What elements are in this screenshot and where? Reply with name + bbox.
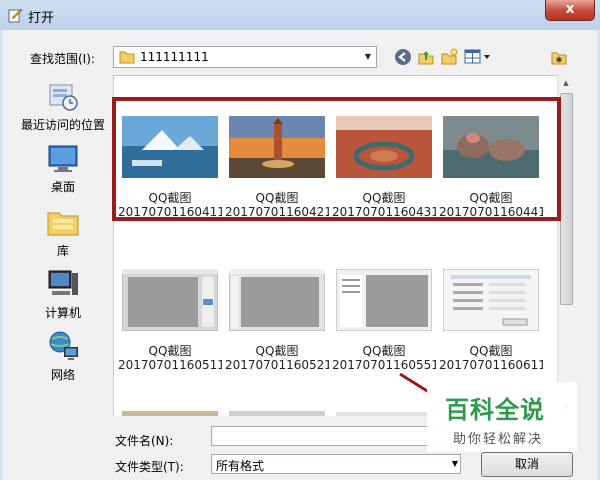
place-recent[interactable]: 最近访问的位置 <box>16 79 110 133</box>
file-name: QQ截图 <box>362 344 406 358</box>
favorites-folder-icon[interactable]: ✱ <box>550 48 568 66</box>
folder-icon <box>119 51 135 64</box>
close-button[interactable]: x <box>545 0 595 21</box>
file-item[interactable]: QQ截图 20170701160611 <box>439 269 543 372</box>
chevron-down-icon: ▼ <box>451 459 458 468</box>
file-name-detail: 20170701160511 <box>118 358 222 372</box>
filetype-dropdown[interactable]: 所有格式 ▼ <box>211 454 461 474</box>
filename-input[interactable] <box>211 426 461 446</box>
look-in-dropdown[interactable]: 111111111 ▼ <box>113 46 377 68</box>
screenshot-thumbnail <box>443 269 539 331</box>
watermark: 百科全说 助你轻松解决 <box>427 382 577 452</box>
filetype-label: 文件类型(T): <box>115 460 184 474</box>
places-bar: 最近访问的位置 桌面 库 计算机 网络 <box>16 75 110 405</box>
back-icon[interactable] <box>394 48 412 66</box>
filetype-value: 所有格式 <box>216 459 265 473</box>
svg-text:✱: ✱ <box>556 56 563 65</box>
filename-label: 文件名(N): <box>115 434 174 448</box>
file-name: QQ截图 <box>148 344 192 358</box>
up-folder-icon[interactable] <box>417 48 435 66</box>
computer-icon <box>48 270 78 295</box>
title-bar: 打开 x <box>0 0 600 30</box>
file-name: QQ截图 <box>469 344 513 358</box>
file-thumbnail-partial <box>229 411 325 416</box>
screenshot-thumbnail <box>122 269 218 331</box>
file-item[interactable]: QQ截图 20170701160511 <box>118 269 222 372</box>
place-label: 网络 <box>50 368 75 382</box>
place-computer[interactable]: 计算机 <box>16 267 110 321</box>
desktop-icon <box>48 145 78 172</box>
cancel-button[interactable]: 取消 <box>481 452 573 477</box>
open-file-icon <box>8 8 23 23</box>
window-title: 打开 <box>28 11 55 26</box>
place-label: 最近访问的位置 <box>20 118 105 132</box>
place-label: 计算机 <box>44 306 81 320</box>
place-libraries[interactable]: 库 <box>16 205 110 259</box>
libraries-icon <box>47 212 79 236</box>
file-item[interactable]: QQ截图 20170701160521 <box>225 269 329 372</box>
chevron-down-icon: ▼ <box>364 52 372 61</box>
watermark-title: 百科全说 <box>445 396 545 424</box>
place-network[interactable]: 网络 <box>16 329 110 383</box>
view-menu-icon[interactable] <box>464 48 492 66</box>
network-icon <box>49 331 78 360</box>
file-thumbnail-partial <box>336 412 432 416</box>
place-label: 桌面 <box>50 180 75 194</box>
new-folder-icon[interactable] <box>440 48 458 66</box>
screenshot-thumbnail <box>229 269 325 331</box>
place-desktop[interactable]: 桌面 <box>16 143 110 195</box>
file-thumbnail-partial <box>122 411 218 416</box>
file-name-detail: 20170701160521 <box>225 358 329 372</box>
file-name: QQ截图 <box>255 344 299 358</box>
look-in-label: 查找范围(I): <box>30 52 95 66</box>
recent-places-icon <box>49 84 78 111</box>
place-label: 库 <box>56 244 69 258</box>
look-in-value: 111111111 <box>140 50 209 64</box>
scrollbar-thumb[interactable] <box>560 93 573 305</box>
watermark-subtitle: 助你轻松解决 <box>453 432 544 447</box>
file-name-detail: 20170701160611 <box>439 358 543 372</box>
highlight-box <box>112 97 561 221</box>
file-item[interactable]: QQ截图 20170701160551 <box>332 269 436 372</box>
scroll-up-icon[interactable]: ▲ <box>558 75 574 91</box>
screenshot-thumbnail <box>336 269 432 331</box>
